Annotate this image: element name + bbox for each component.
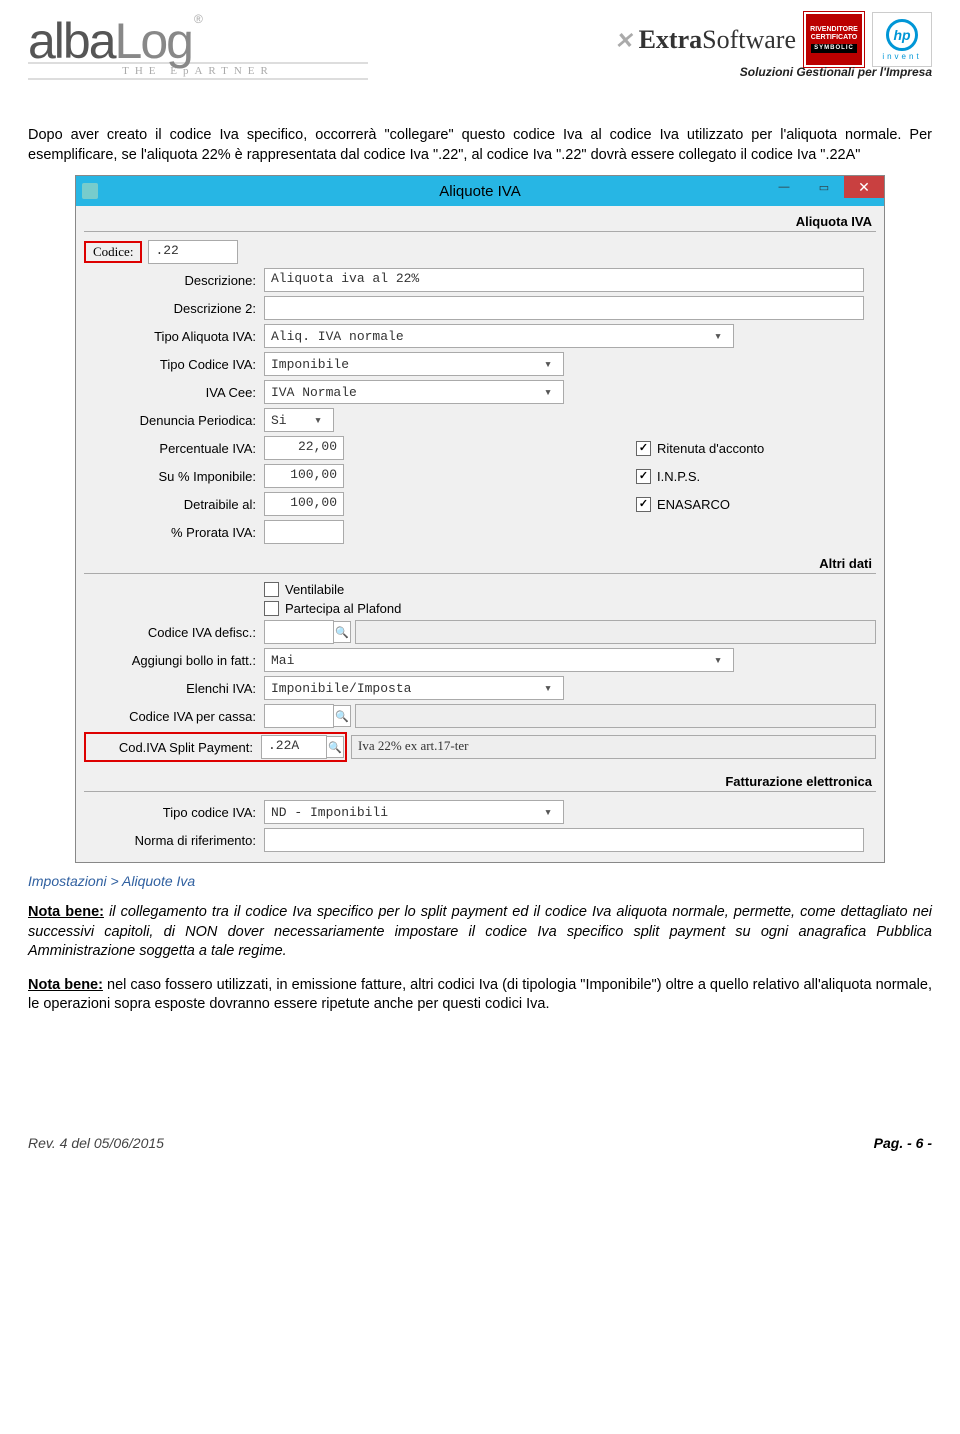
codice-defisc-desc bbox=[355, 620, 876, 644]
bollo-label: Aggiungi bollo in fatt.: bbox=[84, 653, 264, 668]
iva-cassa-input[interactable] bbox=[264, 704, 334, 728]
iva-cassa-desc bbox=[355, 704, 876, 728]
nota-bene-2: Nota bene: nel caso fossero utilizzati, … bbox=[28, 976, 932, 1015]
tipo-codice-fe-select[interactable]: ND - Imponibili▾ bbox=[264, 800, 564, 824]
prorata-label: % Prorata IVA: bbox=[84, 525, 264, 540]
revision-text: Rev. 4 del 05/06/2015 bbox=[28, 1135, 164, 1151]
tipo-aliquota-select[interactable]: Aliq. IVA normale▾ bbox=[264, 324, 734, 348]
elenchi-select[interactable]: Imponibile/Imposta▾ bbox=[264, 676, 564, 700]
chevron-down-icon: ▾ bbox=[709, 651, 727, 669]
percentuale-iva-label: Percentuale IVA: bbox=[84, 441, 264, 456]
codice-label: Codice: bbox=[87, 244, 139, 259]
ritenuta-label: Ritenuta d'acconto bbox=[657, 441, 764, 456]
plafond-checkbox[interactable] bbox=[264, 601, 279, 616]
dialog-titlebar: Aliquote IVA — ▭ ✕ bbox=[76, 176, 884, 206]
tipo-codice-select[interactable]: Imponibile▾ bbox=[264, 352, 564, 376]
tipo-codice-fe-label: Tipo codice IVA: bbox=[84, 805, 264, 820]
close-button[interactable]: ✕ bbox=[844, 176, 884, 198]
nota-bene-1: Nota bene: il collegamento tra il codice… bbox=[28, 903, 932, 962]
dialog-title: Aliquote IVA bbox=[76, 183, 884, 200]
descrizione2-input[interactable] bbox=[264, 296, 864, 320]
su-imponibile-input[interactable]: 100,00 bbox=[264, 464, 344, 488]
lookup-icon[interactable]: 🔍 bbox=[333, 621, 351, 643]
codice-defisc-label: Codice IVA defisc.: bbox=[84, 625, 264, 640]
chevron-down-icon: ▾ bbox=[539, 679, 557, 697]
inps-checkbox[interactable] bbox=[636, 469, 651, 484]
descrizione2-label: Descrizione 2: bbox=[84, 301, 264, 316]
ventilabile-checkbox[interactable] bbox=[264, 582, 279, 597]
section-altri-dati: Altri dati bbox=[84, 554, 876, 574]
ventilabile-label: Ventilabile bbox=[285, 582, 344, 597]
partner-logos: ✕ExtraSoftware RIVENDITORE CERTIFICATO S… bbox=[462, 12, 932, 85]
enasarco-checkbox[interactable] bbox=[636, 497, 651, 512]
codice-highlight: Codice: bbox=[84, 241, 142, 263]
chevron-down-icon: ▾ bbox=[309, 411, 327, 429]
ritenuta-checkbox[interactable] bbox=[636, 441, 651, 456]
page-footer: Rev. 4 del 05/06/2015 Pag. - 6 - bbox=[28, 1135, 932, 1151]
iva-cassa-label: Codice IVA per cassa: bbox=[84, 709, 264, 724]
bollo-select[interactable]: Mai▾ bbox=[264, 648, 734, 672]
split-payment-label: Cod.IVA Split Payment: bbox=[87, 740, 261, 755]
rivenditore-badge: RIVENDITORE CERTIFICATO SYMBOLIC bbox=[804, 12, 864, 67]
maximize-button[interactable]: ▭ bbox=[804, 176, 844, 198]
chevron-down-icon: ▾ bbox=[539, 803, 557, 821]
tipo-aliquota-label: Tipo Aliquota IVA: bbox=[84, 329, 264, 344]
iva-cee-select[interactable]: IVA Normale▾ bbox=[264, 380, 564, 404]
extrasoftware-logo: ✕ExtraSoftware bbox=[616, 25, 796, 55]
lookup-icon[interactable]: 🔍 bbox=[333, 705, 351, 727]
split-payment-input[interactable]: .22A bbox=[261, 735, 327, 759]
screenshot-caption: Impostazioni > Aliquote Iva bbox=[28, 873, 932, 889]
iva-cee-label: IVA Cee: bbox=[84, 385, 264, 400]
inps-label: I.N.P.S. bbox=[657, 469, 700, 484]
soluzioni-tagline: Soluzioni Gestionali per l'Impresa bbox=[740, 65, 932, 79]
chevron-down-icon: ▾ bbox=[539, 383, 557, 401]
plafond-label: Partecipa al Plafond bbox=[285, 601, 401, 616]
norma-input[interactable] bbox=[264, 828, 864, 852]
codice-input[interactable]: .22 bbox=[148, 240, 238, 264]
codice-defisc-input[interactable] bbox=[264, 620, 334, 644]
norma-label: Norma di riferimento: bbox=[84, 833, 264, 848]
enasarco-label: ENASARCO bbox=[657, 497, 730, 512]
lookup-icon[interactable]: 🔍 bbox=[326, 736, 344, 758]
document-header: albaLog® THE EpARTNER ✕ExtraSoftware RIV… bbox=[28, 12, 932, 122]
prorata-input[interactable] bbox=[264, 520, 344, 544]
detraibile-label: Detraibile al: bbox=[84, 497, 264, 512]
su-imponibile-label: Su % Imponibile: bbox=[84, 469, 264, 484]
denuncia-periodica-select[interactable]: Si▾ bbox=[264, 408, 334, 432]
section-aliquota-iva: Aliquota IVA bbox=[84, 212, 876, 232]
minimize-button[interactable]: — bbox=[764, 176, 804, 198]
intro-paragraph: Dopo aver creato il codice Iva specifico… bbox=[28, 126, 932, 165]
detraibile-input[interactable]: 100,00 bbox=[264, 492, 344, 516]
tipo-codice-label: Tipo Codice IVA: bbox=[84, 357, 264, 372]
percentuale-iva-input[interactable]: 22,00 bbox=[264, 436, 344, 460]
descrizione-label: Descrizione: bbox=[84, 273, 264, 288]
elenchi-label: Elenchi IVA: bbox=[84, 681, 264, 696]
chevron-down-icon: ▾ bbox=[539, 355, 557, 373]
split-highlight: Cod.IVA Split Payment: .22A 🔍 bbox=[84, 732, 347, 762]
albalog-logo: albaLog® THE EpARTNER bbox=[28, 12, 408, 112]
chevron-down-icon: ▾ bbox=[709, 327, 727, 345]
denuncia-periodica-label: Denuncia Periodica: bbox=[84, 413, 264, 428]
descrizione-input[interactable]: Aliquota iva al 22% bbox=[264, 268, 864, 292]
section-fattel: Fatturazione elettronica bbox=[84, 772, 876, 792]
page-number: Pag. - 6 - bbox=[874, 1135, 932, 1151]
hp-logo: hp invent bbox=[872, 12, 932, 67]
aliquote-iva-dialog: Aliquote IVA — ▭ ✕ Aliquota IVA Codice: … bbox=[75, 175, 885, 863]
split-payment-desc: Iva 22% ex art.17-ter bbox=[351, 735, 876, 759]
